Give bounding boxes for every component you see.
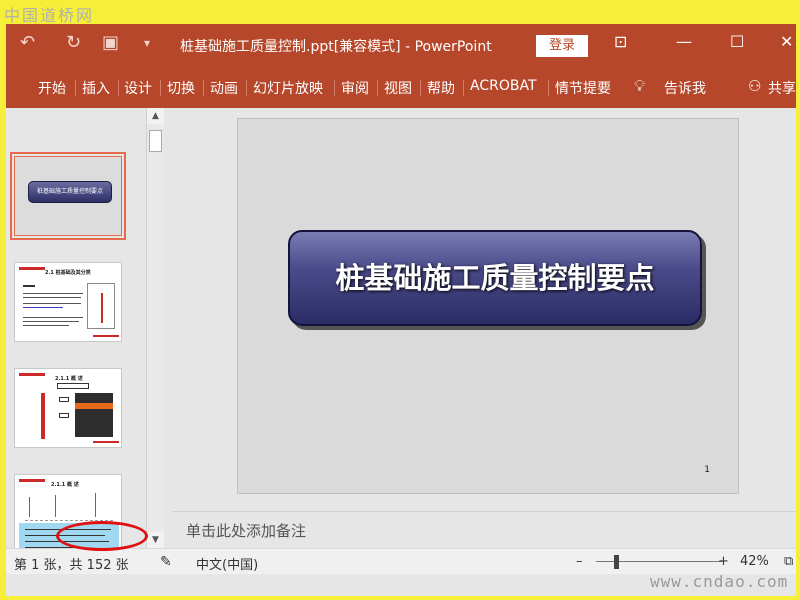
thumbnail-label-box <box>57 383 89 389</box>
fit-slide-icon[interactable]: ⧉ <box>784 554 793 569</box>
zoom-out-button[interactable]: – <box>576 554 583 569</box>
tab-separator <box>160 80 161 96</box>
spellcheck-icon[interactable]: ✎ <box>160 554 172 570</box>
tab-separator <box>420 80 421 96</box>
thumbnail-text-line <box>23 285 35 287</box>
thumbnail-sketch-line <box>95 493 96 517</box>
thumbnail-sketch-line <box>29 497 30 517</box>
redo-icon[interactable]: ↻ <box>66 32 81 53</box>
thumbnail-header-bar <box>19 373 45 376</box>
tab-separator <box>334 80 335 96</box>
notes-placeholder: 单击此处添加备注 <box>186 522 307 540</box>
present-icon[interactable]: ▣ <box>102 32 119 53</box>
login-button[interactable]: 登录 <box>536 35 588 57</box>
slide-title-box[interactable]: 桩基础施工质量控制要点 <box>288 230 702 326</box>
thumbnail-label-box <box>59 413 69 418</box>
slide-thumbnail-pane: 桩基础施工质量控制要点 2.1 桩基础及其分类 2.1.1 概 述 2.1.1 … <box>6 108 166 554</box>
tab-separator <box>246 80 247 96</box>
thumbnail-header-bar <box>19 267 45 270</box>
tab-home[interactable]: 开始 <box>38 78 66 98</box>
minimize-icon[interactable]: — <box>676 32 692 51</box>
tab-view[interactable]: 视图 <box>384 78 412 98</box>
thumbnail-text-line <box>23 293 83 294</box>
thumbnail-title-box: 桩基础施工质量控制要点 <box>28 181 112 203</box>
thumbnail-text-line <box>23 321 79 322</box>
zoom-slider-knob[interactable] <box>614 555 619 569</box>
slide-title: 桩基础施工质量控制要点 <box>335 261 655 295</box>
lightbulb-icon[interactable]: 💡︎ <box>634 76 645 96</box>
powerpoint-window: ↶ ↻ ▣ ▾ 桩基础施工质量控制.ppt[兼容模式] - PowerPoint… <box>6 24 796 596</box>
thumbnail-header-bar <box>19 479 45 482</box>
thumbnail-text-line <box>23 297 81 298</box>
tab-separator <box>118 80 119 96</box>
ribbon-tabs: 开始 插入 设计 切换 动画 幻灯片放映 审阅 视图 帮助 ACROBAT 情节… <box>6 64 796 108</box>
watermark-top: 中国道桥网 <box>4 6 95 25</box>
watermark-bottom: www.cndao.com <box>650 572 789 591</box>
tab-slideshow[interactable]: 幻灯片放映 <box>253 78 323 98</box>
tab-separator <box>203 80 204 96</box>
tab-design[interactable]: 设计 <box>124 78 152 98</box>
thumbnail-orange-band <box>75 403 113 409</box>
current-slide[interactable]: 桩基础施工质量控制要点 1 <box>237 118 739 494</box>
maximize-icon[interactable]: ☐ <box>730 32 744 51</box>
ribbon-display-icon[interactable]: ⊡ <box>614 32 627 51</box>
thumbnail-caption-bar <box>93 441 119 443</box>
status-bar: 第 1 张，共 152 张 ✎ 中文(中国) – + 42% ⧉ <box>6 548 796 574</box>
tab-animations[interactable]: 动画 <box>210 78 238 98</box>
tab-separator <box>75 80 76 96</box>
tab-separator <box>377 80 378 96</box>
slide-thumbnail-1[interactable]: 桩基础施工质量控制要点 <box>10 152 126 240</box>
tab-insert[interactable]: 插入 <box>82 78 110 98</box>
tell-me-search[interactable]: 告诉我 <box>664 78 706 98</box>
scrollbar-thumb[interactable] <box>149 130 162 152</box>
notes-pane[interactable]: 单击此处添加备注 <box>172 511 796 548</box>
tab-transitions[interactable]: 切换 <box>167 78 195 98</box>
title-bar: ↶ ↻ ▣ ▾ 桩基础施工质量控制.ppt[兼容模式] - PowerPoint… <box>6 24 796 64</box>
scroll-down-icon[interactable]: ▼ <box>147 532 164 548</box>
thumbnail-text-line <box>23 307 63 308</box>
customize-qat-icon[interactable]: ▾ <box>144 36 150 50</box>
slide-thumbnail-2[interactable]: 2.1 桩基础及其分类 <box>14 262 122 342</box>
thumbnail-text-line <box>23 325 69 326</box>
thumbnail-caption-bar <box>93 335 119 337</box>
slide-thumbnail-3[interactable]: 2.1.1 概 述 <box>14 368 122 448</box>
tab-review[interactable]: 审阅 <box>341 78 369 98</box>
scroll-up-icon[interactable]: ▲ <box>147 108 164 124</box>
tab-help[interactable]: 帮助 <box>427 78 455 98</box>
thumbnail-heading: 2.1.1 概 述 <box>55 376 83 382</box>
thumbnail-label-box <box>59 397 69 402</box>
language-indicator[interactable]: 中文(中国) <box>196 554 258 573</box>
slide-number: 1 <box>704 465 710 475</box>
thumbnail-sketch <box>25 491 113 521</box>
thumbnail-heading: 2.1.1 概 述 <box>51 482 79 488</box>
close-icon[interactable]: ✕ <box>780 32 793 51</box>
tab-acrobat[interactable]: ACROBAT <box>470 78 537 94</box>
undo-icon[interactable]: ↶ <box>20 32 35 53</box>
thumbnail-text-line <box>23 317 83 318</box>
thumbnail-scrollbar[interactable]: ▲ ▼ <box>146 108 164 548</box>
red-highlight-oval <box>56 521 148 551</box>
thumbnail-dark-block <box>75 393 113 437</box>
zoom-in-button[interactable]: + <box>718 554 729 569</box>
thumbnail-text-line <box>23 303 81 304</box>
window-title: 桩基础施工质量控制.ppt[兼容模式] - PowerPoint <box>180 39 492 55</box>
thumbnail-pile-red <box>41 393 45 439</box>
thumbnail-pile-line <box>101 293 103 323</box>
tab-separator <box>548 80 549 96</box>
share-person-icon[interactable]: ⚇ <box>748 77 761 95</box>
thumbnail-heading: 2.1 桩基础及其分类 <box>45 270 91 276</box>
slide-counter: 第 1 张，共 152 张 <box>14 558 129 573</box>
tab-storyboard[interactable]: 情节提要 <box>555 78 611 98</box>
share-button[interactable]: 共享 <box>768 78 796 98</box>
tab-separator <box>463 80 464 96</box>
thumbnail-sketch-line <box>55 495 56 517</box>
zoom-level[interactable]: 42% <box>740 554 769 569</box>
slide-editor: 桩基础施工质量控制要点 1 <box>172 108 796 511</box>
